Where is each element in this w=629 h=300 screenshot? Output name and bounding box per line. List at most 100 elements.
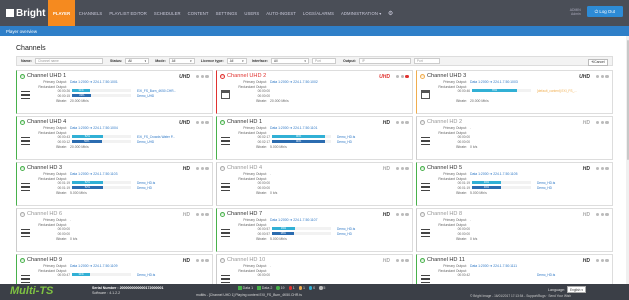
nav-channels[interactable]: CHANNELS <box>75 0 106 26</box>
channel-card[interactable]: ⏻ Channel HD 7 HD Primary Output: Data 1:200… <box>216 208 413 252</box>
channel-name[interactable]: Channel HD 5 <box>427 165 462 171</box>
channel-name[interactable]: Channel HD 9 <box>27 257 62 263</box>
progress-fill: 76% <box>472 89 517 93</box>
channel-name[interactable]: Channel UHD 4 <box>27 119 66 125</box>
channel-card[interactable]: ⏻ Channel UHD 2 UHD Primary Output: Data 1:2… <box>216 70 413 114</box>
power-icon[interactable]: ⏻ <box>20 165 25 171</box>
channel-card[interactable]: ⏻ Channel UHD 4 UHD Primary Output: Data 1:2… <box>16 116 213 160</box>
interface-filter-select[interactable]: All ▾ <box>270 58 309 64</box>
channel-card[interactable]: ⏻ Channel HD 4 HD Primary Output: - Redundant… <box>216 162 413 206</box>
power-icon[interactable]: ⏻ <box>220 73 225 79</box>
current-file-link[interactable]: [default_content] EXI_FS_... <box>537 89 577 93</box>
current-file-link[interactable]: Demo_HD.ts <box>537 273 555 277</box>
power-icon[interactable]: ⏻ <box>20 257 25 263</box>
channel-card[interactable]: ⏻ Channel HD 3 HD Primary Output: Data 1:200… <box>16 162 213 206</box>
channel-name[interactable]: Channel HD 4 <box>227 165 262 171</box>
channel-name[interactable]: Channel HD 6 <box>27 211 62 217</box>
nav-users[interactable]: USERS <box>241 0 263 26</box>
playlist-link[interactable]: Demo_UHD <box>137 94 154 98</box>
nav-player[interactable]: PLAYER <box>48 0 76 26</box>
current-file-link[interactable]: EXI_FS_Crowds Water P... <box>137 135 175 139</box>
status-dot-icon <box>595 74 600 79</box>
language-select[interactable]: English ▾ <box>567 286 586 293</box>
current-file-link[interactable]: EXI_FS_Burn_4K50.CHR... <box>137 89 176 93</box>
nav-scheduler[interactable]: SCHEDULER <box>150 0 184 26</box>
power-icon[interactable]: ⏻ <box>420 165 425 171</box>
count-error: 1 <box>288 286 295 290</box>
nav-settings[interactable]: SETTINGS <box>212 0 241 26</box>
power-icon[interactable]: ⏻ <box>220 165 225 171</box>
playlist-link[interactable]: Demo_HD <box>137 186 152 190</box>
playlist-menu-icon[interactable] <box>221 275 230 283</box>
bitrate-label: Bitrate: <box>256 236 267 241</box>
current-file-link[interactable]: Demo_HD.ts <box>337 227 355 231</box>
channel-card[interactable]: ⏻ Channel HD 5 HD Primary Output: Data 1:200… <box>416 162 613 206</box>
name-filter-input[interactable]: Channel name <box>35 58 103 64</box>
power-icon[interactable]: ⏻ <box>220 257 225 263</box>
channel-name[interactable]: Channel HD 11 <box>427 257 465 263</box>
playlist-link[interactable]: Demo_HD <box>337 232 352 236</box>
playlist-link[interactable]: Demo_HD <box>337 140 352 144</box>
nav-logs-alarms[interactable]: LOGS/ALARMS <box>299 0 337 26</box>
channel-card[interactable]: ⏻ Channel HD 2 HD Primary Output: - Redundant… <box>416 116 613 160</box>
playlist-menu-icon[interactable] <box>21 275 30 283</box>
power-icon[interactable]: ⏻ <box>420 257 425 263</box>
nav-auto-ingest[interactable]: AUTO-INGEST <box>263 0 300 26</box>
channel-card[interactable]: ⏻ Channel HD 6 HD Primary Output: - Redundant… <box>16 208 213 252</box>
output-ip-input[interactable]: IP <box>358 58 411 64</box>
nav-content[interactable]: CONTENT <box>184 0 212 26</box>
channel-name[interactable]: Channel HD 3 <box>27 165 62 171</box>
power-icon[interactable]: ⏻ <box>220 119 225 125</box>
power-icon[interactable]: ⏻ <box>20 119 25 125</box>
power-icon[interactable]: ⏻ <box>420 211 425 217</box>
output-port-input[interactable]: Port <box>413 58 440 64</box>
channel-status-dots <box>395 74 409 79</box>
channel-card[interactable]: ⏻ Channel UHD 1 UHD Primary Output: Data 1:2… <box>16 70 213 114</box>
status-filter-select[interactable]: All ▾ <box>125 58 150 64</box>
channel-name[interactable]: Channel HD 2 <box>427 119 462 125</box>
status-dot-icon <box>200 166 205 171</box>
current-file-link[interactable]: Demo_HD.ts <box>137 273 155 277</box>
interface-port-input[interactable]: Port <box>311 58 336 64</box>
channel-name[interactable]: Channel UHD 1 <box>27 73 66 79</box>
current-file-link[interactable]: Demo_HD.ts <box>137 181 155 185</box>
playlist-link[interactable]: Demo_HD <box>537 186 552 190</box>
scrollbar-thumb[interactable] <box>626 40 629 160</box>
gear-icon[interactable]: ⚙ <box>385 10 396 17</box>
power-icon[interactable]: ⏻ <box>420 119 425 125</box>
progress-fill-secondary: 90% <box>272 139 326 143</box>
bitrate-label: Bitrate: <box>56 144 67 149</box>
channel-name[interactable]: Channel UHD 3 <box>427 73 466 79</box>
channel-name[interactable]: Channel UHD 2 <box>227 73 266 79</box>
playlist-menu-icon[interactable] <box>421 275 430 283</box>
power-icon[interactable]: ⏻ <box>20 73 25 79</box>
channel-card[interactable]: ⏻ Channel UHD 3 UHD Primary Output: Data 1:2… <box>416 70 613 114</box>
licence-filter-select[interactable]: All ▾ <box>226 58 247 64</box>
channel-name[interactable]: Channel HD 8 <box>427 211 462 217</box>
nav-playlist-editor[interactable]: PLAYLIST EDITOR <box>106 0 151 26</box>
nav-administration[interactable]: ADMINISTRATION ▾ <box>338 0 385 26</box>
app-logo[interactable]: Bright <box>0 0 48 26</box>
progress-bar: 90% <box>272 135 331 139</box>
status-dot-icon <box>395 258 400 263</box>
current-file-link[interactable]: Demo_HD.ts <box>337 135 355 139</box>
channel-card[interactable]: ⏻ Channel HD 1 HD Primary Output: Data 1:200… <box>216 116 413 160</box>
channel-status-dots <box>595 212 609 217</box>
channel-name[interactable]: Channel HD 10 <box>227 257 265 263</box>
primary-output-value: Data 1:2000 ➔ 224.1.7.50:1107 <box>270 218 318 222</box>
logout-button[interactable]: ⏻ Log Out <box>586 6 623 17</box>
playlist-link[interactable]: Demo_UHD <box>137 140 154 144</box>
bitrate-value: 0 b/s <box>470 236 478 241</box>
mode-filter-select[interactable]: All ▾ <box>168 58 195 64</box>
channel-card[interactable]: ⏻ Channel HD 8 HD Primary Output: - Redundant… <box>416 208 613 252</box>
status-dot-icon <box>605 258 609 263</box>
power-icon[interactable]: ⏻ <box>20 211 25 217</box>
channel-name[interactable]: Channel HD 1 <box>227 119 262 125</box>
chevron-down-icon: ▾ <box>304 59 306 63</box>
power-icon[interactable]: ⏻ <box>220 211 225 217</box>
remaining-time: 00:00:00 <box>57 231 70 236</box>
channel-name[interactable]: Channel HD 7 <box>227 211 262 217</box>
current-file-link[interactable]: Demo_HD.ts <box>537 181 555 185</box>
power-icon[interactable]: ⏻ <box>420 73 425 79</box>
cancel-filter-button[interactable]: ⟲ Cancel <box>588 58 608 66</box>
